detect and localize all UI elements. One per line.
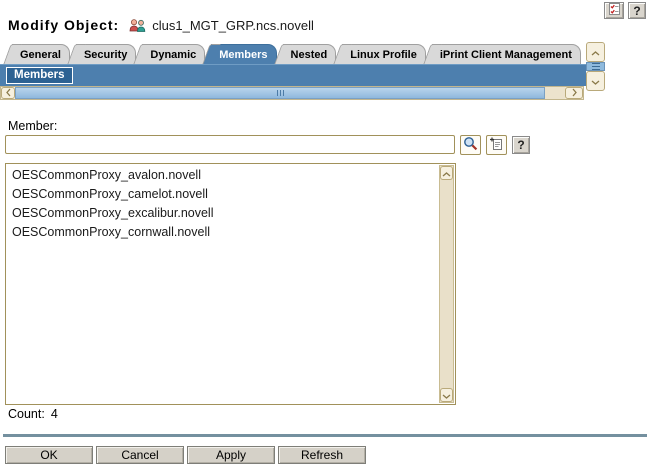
list-scroll-track[interactable]: [440, 180, 453, 388]
cancel-button[interactable]: Cancel: [96, 446, 184, 464]
tab-security[interactable]: Security: [75, 44, 137, 64]
history-page-icon: [489, 136, 504, 154]
tab-general[interactable]: General: [12, 44, 70, 64]
list-item[interactable]: OESCommonProxy_excalibur.novell: [6, 204, 439, 223]
footer-divider: [3, 434, 647, 437]
scroll-right-button[interactable]: [565, 87, 583, 99]
tab-scroll-down-button[interactable]: [586, 71, 605, 91]
tab-linux-profile[interactable]: Linux Profile: [342, 44, 426, 64]
tab-nested[interactable]: Nested: [282, 44, 337, 64]
apply-button[interactable]: Apply: [187, 446, 275, 464]
members-section-bar: Members: [0, 64, 586, 86]
tab-bar: General Security Dynamic Members Nested Linux…: [6, 44, 584, 64]
scroll-left-button[interactable]: [1, 87, 15, 99]
object-name: clus1_MGT_GRP.ncs.novell: [152, 17, 314, 33]
count-row: Count: 4: [8, 407, 58, 421]
list-scroll-up-button[interactable]: [440, 166, 453, 180]
checklist-icon: [608, 2, 621, 19]
list-vertical-scrollbar: [439, 165, 454, 403]
tab-overflow-scrollbar: [586, 42, 605, 91]
count-label: Count:: [8, 407, 45, 421]
window-help-button[interactable]: ?: [628, 2, 646, 19]
tab-iprint-client-management[interactable]: iPrint Client Management: [431, 44, 581, 64]
object-selector-button[interactable]: [460, 135, 481, 155]
chevron-right-icon: [572, 84, 577, 102]
tab-members[interactable]: Members: [211, 44, 277, 64]
chevron-down-icon: [591, 72, 600, 90]
section-horizontal-scrollbar: [0, 86, 584, 100]
group-object-icon: [128, 18, 147, 33]
tab-scroll-up-button[interactable]: [586, 42, 605, 62]
chevron-up-icon: [591, 43, 600, 61]
chevron-down-icon: [442, 386, 451, 404]
refresh-button[interactable]: Refresh: [278, 446, 366, 464]
list-item[interactable]: OESCommonProxy_camelot.novell: [6, 185, 439, 204]
list-item[interactable]: OESCommonProxy_cornwall.novell: [6, 223, 439, 242]
ok-button[interactable]: OK: [5, 446, 93, 464]
object-history-button[interactable]: [486, 135, 507, 155]
window-toolbar: ?: [604, 2, 646, 19]
members-subtab[interactable]: Members: [6, 67, 73, 84]
member-listbox: OESCommonProxy_avalon.novell OESCommonPro…: [5, 163, 456, 405]
modify-object-window: ? Modify Object: clus1_MGT_GRP.ncs.novel…: [0, 0, 650, 467]
footer-buttons: OK Cancel Apply Refresh: [5, 446, 366, 464]
tab-scroll-thumb[interactable]: [586, 62, 605, 71]
member-field-label: Member:: [8, 119, 58, 133]
chevron-left-icon: [5, 84, 11, 102]
page-header: Modify Object: clus1_MGT_GRP.ncs.novell: [8, 17, 314, 33]
count-value: 4: [50, 407, 58, 421]
list-scroll-down-button[interactable]: [440, 388, 453, 402]
member-input[interactable]: [5, 135, 455, 154]
tab-dynamic[interactable]: Dynamic: [142, 44, 206, 64]
task-checklist-button[interactable]: [604, 2, 624, 19]
member-list: OESCommonProxy_avalon.novell OESCommonPro…: [6, 166, 439, 404]
magnifier-icon: [463, 136, 478, 154]
horizontal-scroll-thumb[interactable]: [15, 87, 545, 99]
horizontal-scroll-track[interactable]: [545, 87, 565, 99]
page-title: Modify Object:: [8, 17, 120, 33]
list-item[interactable]: OESCommonProxy_avalon.novell: [6, 166, 439, 185]
member-help-button[interactable]: ?: [512, 136, 530, 154]
